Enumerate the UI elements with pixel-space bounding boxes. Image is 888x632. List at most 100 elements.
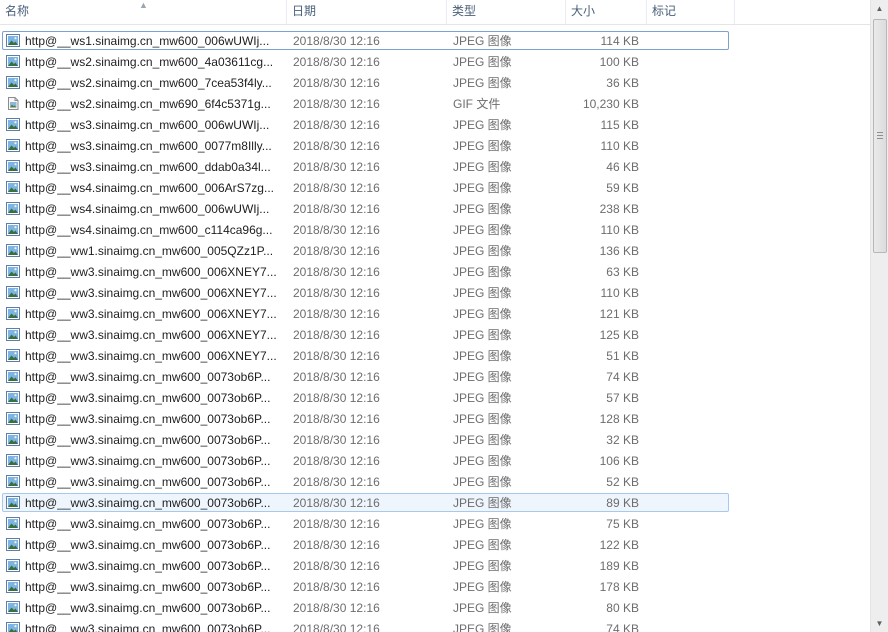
- file-size: 89 KB: [606, 496, 639, 510]
- file-size: 46 KB: [606, 160, 639, 174]
- file-row[interactable]: http@__ww3.sinaimg.cn_mw600_0073ob6P... 2…: [0, 367, 870, 388]
- scroll-down-button[interactable]: ▼: [871, 615, 888, 632]
- file-type: JPEG 图像: [453, 307, 512, 321]
- file-name: http@__ww3.sinaimg.cn_mw600_0073ob6P...: [25, 559, 271, 573]
- file-date: 2018/8/30 12:16: [293, 538, 380, 552]
- vertical-scrollbar[interactable]: ▲ ▼: [870, 0, 888, 632]
- file-date: 2018/8/30 12:16: [293, 223, 380, 237]
- file-date: 2018/8/30 12:16: [293, 328, 380, 342]
- file-list: http@__ws1.sinaimg.cn_mw600_006wUWIj... 2…: [0, 31, 870, 632]
- file-type: JPEG 图像: [453, 286, 512, 300]
- scrollbar-grip-icon: [877, 132, 883, 139]
- file-name: http@__ww3.sinaimg.cn_mw600_0073ob6P...: [25, 391, 271, 405]
- file-size: 106 KB: [599, 454, 639, 468]
- column-header-bar: 名称 ▲ 日期 类型 大小 标记: [0, 0, 870, 25]
- file-row[interactable]: http@__ww3.sinaimg.cn_mw600_006XNEY7... 2…: [0, 346, 870, 367]
- file-row[interactable]: http@__ww3.sinaimg.cn_mw600_0073ob6P... 2…: [0, 514, 870, 535]
- file-row[interactable]: http@__ww3.sinaimg.cn_mw600_0073ob6P... 2…: [0, 556, 870, 577]
- file-row[interactable]: http@__ww3.sinaimg.cn_mw600_0073ob6P... 2…: [0, 598, 870, 619]
- file-type: JPEG 图像: [453, 412, 512, 426]
- file-size: 59 KB: [606, 181, 639, 195]
- file-name: http@__ww3.sinaimg.cn_mw600_0073ob6P...: [25, 580, 271, 594]
- file-row[interactable]: http@__ww3.sinaimg.cn_mw600_0073ob6P... 2…: [0, 577, 870, 598]
- file-name: http@__ws1.sinaimg.cn_mw600_006wUWIj...: [25, 34, 270, 48]
- file-date: 2018/8/30 12:16: [293, 118, 380, 132]
- file-name: http@__ww1.sinaimg.cn_mw600_005QZz1P...: [25, 244, 274, 258]
- file-row[interactable]: http@__ws4.sinaimg.cn_mw600_c114ca96g...…: [0, 220, 870, 241]
- column-header-tags-label: 标记: [652, 4, 677, 18]
- column-header-type[interactable]: 类型: [447, 0, 566, 24]
- file-type: JPEG 图像: [453, 496, 512, 510]
- file-name: http@__ws2.sinaimg.cn_mw600_4a03611cg...: [25, 55, 274, 69]
- file-size: 32 KB: [606, 433, 639, 447]
- column-header-date[interactable]: 日期: [287, 0, 447, 24]
- file-size: 63 KB: [606, 265, 639, 279]
- scrollbar-thumb[interactable]: [873, 19, 887, 253]
- file-name: http@__ww3.sinaimg.cn_mw600_0073ob6P...: [25, 433, 271, 447]
- file-row[interactable]: http@__ww3.sinaimg.cn_mw600_0073ob6P... 2…: [0, 472, 870, 493]
- column-header-tags[interactable]: 标记: [647, 0, 735, 24]
- file-date: 2018/8/30 12:16: [293, 454, 380, 468]
- file-date: 2018/8/30 12:16: [293, 34, 380, 48]
- file-name: http@__ws4.sinaimg.cn_mw600_006wUWIj...: [25, 202, 270, 216]
- file-date: 2018/8/30 12:16: [293, 307, 380, 321]
- file-row[interactable]: http@__ws3.sinaimg.cn_mw600_0077m8Illy..…: [0, 136, 870, 157]
- file-type: JPEG 图像: [453, 55, 512, 69]
- file-date: 2018/8/30 12:16: [293, 370, 380, 384]
- column-header-size[interactable]: 大小: [566, 0, 647, 24]
- column-header-name[interactable]: 名称 ▲: [0, 0, 287, 24]
- file-size: 51 KB: [606, 349, 639, 363]
- file-row[interactable]: http@__ww3.sinaimg.cn_mw600_006XNEY7... 2…: [0, 325, 870, 346]
- file-row[interactable]: http@__ws1.sinaimg.cn_mw600_006wUWIj... 2…: [0, 31, 870, 52]
- file-size: 110 KB: [600, 286, 639, 300]
- file-type: JPEG 图像: [453, 265, 512, 279]
- file-row[interactable]: http@__ws3.sinaimg.cn_mw600_006wUWIj... 2…: [0, 115, 870, 136]
- file-row[interactable]: http@__ws4.sinaimg.cn_mw600_006ArS7zg...…: [0, 178, 870, 199]
- file-date: 2018/8/30 12:16: [293, 475, 380, 489]
- file-name: http@__ww3.sinaimg.cn_mw600_0073ob6P...: [25, 412, 271, 426]
- file-size: 125 KB: [599, 328, 639, 342]
- file-date: 2018/8/30 12:16: [293, 496, 380, 510]
- file-row[interactable]: http@__ww3.sinaimg.cn_mw600_006XNEY7... 2…: [0, 283, 870, 304]
- file-row[interactable]: http@__ws2.sinaimg.cn_mw690_6f4c5371g...…: [0, 94, 870, 115]
- file-size: 74 KB: [606, 622, 639, 632]
- file-date: 2018/8/30 12:16: [293, 139, 380, 153]
- column-header-type-label: 类型: [452, 4, 477, 18]
- file-type: JPEG 图像: [453, 580, 512, 594]
- file-row[interactable]: http@__ww3.sinaimg.cn_mw600_0073ob6P... 2…: [0, 409, 870, 430]
- file-type: JPEG 图像: [453, 433, 512, 447]
- file-size: 115 KB: [600, 118, 639, 132]
- file-size: 100 KB: [599, 55, 639, 69]
- file-type: GIF 文件: [453, 97, 501, 111]
- file-row[interactable]: http@__ww3.sinaimg.cn_mw600_0073ob6P... 2…: [0, 451, 870, 472]
- scroll-up-button[interactable]: ▲: [871, 0, 888, 17]
- file-size: 52 KB: [606, 475, 639, 489]
- file-row[interactable]: http@__ww3.sinaimg.cn_mw600_006XNEY7... 2…: [0, 304, 870, 325]
- file-size: 57 KB: [606, 391, 639, 405]
- file-row[interactable]: http@__ww1.sinaimg.cn_mw600_005QZz1P... 2…: [0, 241, 870, 262]
- file-row[interactable]: http@__ww3.sinaimg.cn_mw600_0073ob6P... 2…: [0, 493, 870, 514]
- file-type: JPEG 图像: [453, 391, 512, 405]
- file-row[interactable]: http@__ww3.sinaimg.cn_mw600_006XNEY7... 2…: [0, 262, 870, 283]
- file-type: JPEG 图像: [453, 454, 512, 468]
- file-row[interactable]: http@__ww3.sinaimg.cn_mw600_0073ob6P... 2…: [0, 535, 870, 556]
- file-row[interactable]: http@__ww3.sinaimg.cn_mw600_0073ob6P... 2…: [0, 619, 870, 632]
- file-name: http@__ww3.sinaimg.cn_mw600_006XNEY7...: [25, 286, 277, 300]
- file-row[interactable]: http@__ws2.sinaimg.cn_mw600_7cea53f4ly..…: [0, 73, 870, 94]
- file-row[interactable]: http@__ww3.sinaimg.cn_mw600_0073ob6P... 2…: [0, 430, 870, 451]
- file-size: 128 KB: [599, 412, 639, 426]
- file-name: http@__ww3.sinaimg.cn_mw600_006XNEY7...: [25, 349, 277, 363]
- file-row[interactable]: http@__ws2.sinaimg.cn_mw600_4a03611cg...…: [0, 52, 870, 73]
- file-date: 2018/8/30 12:16: [293, 622, 380, 632]
- file-size: 74 KB: [606, 370, 639, 384]
- file-row[interactable]: http@__ws3.sinaimg.cn_mw600_ddab0a34l...…: [0, 157, 870, 178]
- column-header-size-label: 大小: [571, 4, 596, 18]
- file-type: JPEG 图像: [453, 223, 512, 237]
- file-name: http@__ww3.sinaimg.cn_mw600_006XNEY7...: [25, 265, 277, 279]
- file-type: JPEG 图像: [453, 601, 512, 615]
- file-row[interactable]: http@__ww3.sinaimg.cn_mw600_0073ob6P... 2…: [0, 388, 870, 409]
- file-name: http@__ww3.sinaimg.cn_mw600_0073ob6P...: [25, 622, 271, 632]
- file-name: http@__ws4.sinaimg.cn_mw600_c114ca96g...: [25, 223, 273, 237]
- sort-ascending-icon: ▲: [139, 0, 148, 10]
- file-row[interactable]: http@__ws4.sinaimg.cn_mw600_006wUWIj... 2…: [0, 199, 870, 220]
